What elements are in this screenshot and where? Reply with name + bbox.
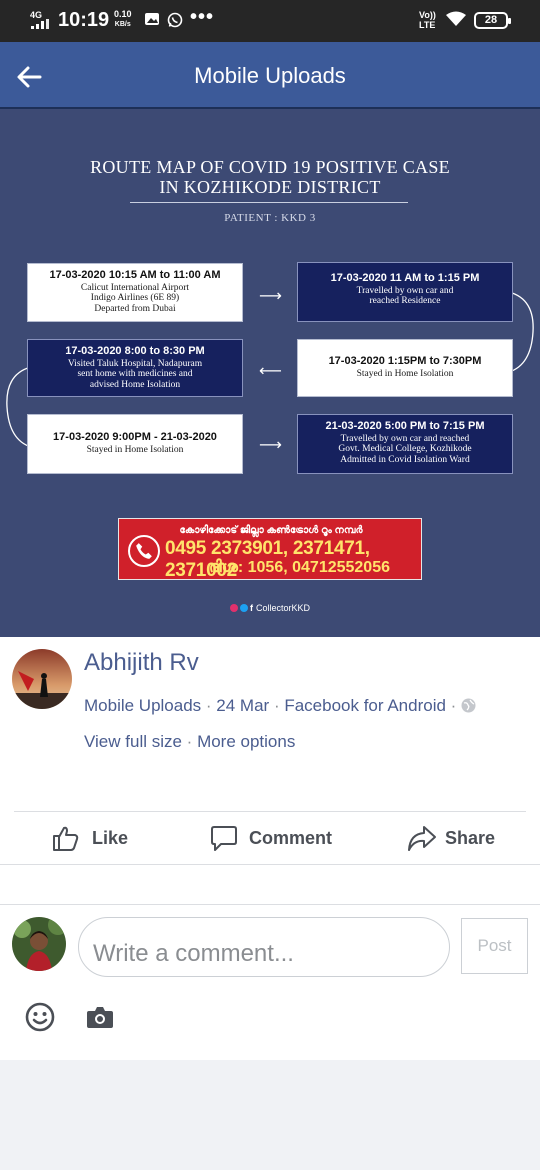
post-comment-button[interactable]: Post bbox=[461, 918, 528, 974]
credit-handle: CollectorKKD bbox=[255, 603, 311, 613]
post-app: Facebook for Android bbox=[284, 696, 446, 715]
network-speed-unit: KB/s bbox=[114, 21, 131, 28]
battery-indicator: 28 bbox=[474, 12, 511, 29]
camera-icon[interactable] bbox=[86, 1004, 114, 1030]
route-map-title-line2: IN KOZHIKODE DISTRICT bbox=[159, 177, 381, 197]
comment-input[interactable] bbox=[78, 917, 450, 977]
globe-icon bbox=[461, 698, 476, 713]
step-datetime: 17-03-2020 11 AM to 1:15 PM bbox=[330, 272, 480, 284]
divider bbox=[14, 811, 526, 812]
comment-label: Comment bbox=[249, 828, 333, 848]
clock: 10:19 bbox=[58, 9, 110, 31]
facebook-icon: f bbox=[249, 603, 253, 613]
comment-button[interactable]: Comment bbox=[210, 824, 340, 854]
route-step-6: 21-03-2020 5:00 PM to 7:15 PM Travelled … bbox=[297, 414, 513, 474]
step-detail: Govt. Medical College, Kozhikode bbox=[338, 444, 472, 454]
top-app-bar: Mobile Uploads bbox=[0, 42, 540, 109]
speech-bubble-icon bbox=[211, 826, 237, 851]
step-datetime: 17-03-2020 1:15PM to 7:30PM bbox=[328, 355, 482, 367]
route-map-title: ROUTE MAP OF COVID 19 POSITIVE CASE IN K… bbox=[0, 157, 540, 197]
helpline-banner: കോഴിക്കോട് ജില്ലാ കൺട്രോൾ റൂം നമ്പർ 0495… bbox=[118, 518, 422, 581]
step-datetime: 17-03-2020 8:00 to 8:30 PM bbox=[65, 345, 205, 357]
step-detail: Stayed in Home Isolation bbox=[356, 368, 454, 379]
post-date: 24 Mar bbox=[216, 696, 270, 715]
network-speed-value: 0.10 bbox=[114, 9, 132, 19]
post-photo[interactable]: ROUTE MAP OF COVID 19 POSITIVE CASE IN K… bbox=[0, 109, 540, 637]
wifi-icon bbox=[446, 11, 466, 26]
step-detail: reached Residence bbox=[369, 296, 441, 306]
more-notifications-icon: ••• bbox=[190, 6, 215, 28]
photo-credit: f CollectorKKD bbox=[0, 603, 540, 613]
status-bar: 4G 10:19 0.10 KB/s ••• Vo)) LTE 28 bbox=[0, 0, 540, 42]
arrow-right-icon: ⟶ bbox=[259, 435, 282, 454]
route-step-5: 17-03-2020 9:00PM - 21-03-2020 Stayed in… bbox=[27, 414, 243, 474]
route-map-title-line1: ROUTE MAP OF COVID 19 POSITIVE CASE bbox=[90, 157, 450, 177]
arrow-right-icon: ⟶ bbox=[259, 286, 282, 305]
phone-icon bbox=[128, 535, 160, 567]
instagram-icon bbox=[229, 604, 238, 612]
lte-label: LTE bbox=[419, 20, 436, 30]
share-button[interactable]: Share bbox=[407, 824, 507, 854]
like-label: Like bbox=[92, 828, 129, 848]
step-detail: Departed from Dubai bbox=[94, 303, 176, 314]
step-datetime: 17-03-2020 9:00PM - 21-03-2020 bbox=[53, 431, 217, 443]
post-meta: Mobile Uploads · 24 Mar · Facebook for A… bbox=[84, 696, 476, 716]
volte-label: Vo)) bbox=[419, 10, 436, 20]
page-title: Mobile Uploads bbox=[194, 63, 346, 88]
step-detail: Visited Taluk Hospital, Nadapuram bbox=[67, 358, 203, 369]
share-arrow-icon bbox=[408, 826, 436, 851]
step-detail: Calicut International Airport bbox=[80, 282, 190, 293]
post-details: Abhijith Rv Mobile Uploads · 24 Mar · Fa… bbox=[0, 637, 540, 1060]
twitter-icon bbox=[239, 604, 248, 612]
whatsapp-notification-icon bbox=[167, 12, 183, 28]
author-avatar[interactable] bbox=[12, 649, 72, 709]
gallery-notification-icon bbox=[145, 13, 159, 25]
emoji-icon[interactable] bbox=[24, 1001, 56, 1033]
volte-indicator: Vo)) LTE bbox=[419, 10, 436, 30]
album-link[interactable]: Mobile Uploads bbox=[84, 696, 201, 715]
step-detail: sent home with medicines and bbox=[77, 369, 193, 379]
step-detail: Stayed in Home Isolation bbox=[86, 444, 184, 455]
arrow-left-icon: ⟵ bbox=[259, 361, 282, 380]
helpline-label: കോഴിക്കോട് ജില്ലാ കൺട്രോൾ റൂം നമ്പർ bbox=[179, 525, 363, 536]
route-step-1: 17-03-2020 10:15 AM to 11:00 AM Calicut … bbox=[27, 263, 243, 322]
step-detail: advised Home Isolation bbox=[89, 379, 181, 390]
divider bbox=[0, 904, 540, 905]
thumbs-up-icon bbox=[53, 826, 79, 851]
divider bbox=[0, 864, 540, 865]
network-speed: 0.10 KB/s bbox=[114, 10, 132, 29]
author-name[interactable]: Abhijith Rv bbox=[84, 649, 199, 677]
step-datetime: 17-03-2020 10:15 AM to 11:00 AM bbox=[49, 269, 221, 281]
route-step-2: 17-03-2020 11 AM to 1:15 PM Travelled by… bbox=[297, 262, 513, 322]
share-label: Share bbox=[445, 828, 496, 848]
signal-icon bbox=[31, 19, 49, 29]
title-divider bbox=[130, 202, 408, 203]
step-detail: Indigo Airlines (6E 89) bbox=[90, 293, 180, 303]
step-datetime: 21-03-2020 5:00 PM to 7:15 PM bbox=[325, 420, 485, 432]
step-detail: Travelled by own car and reached bbox=[340, 433, 470, 444]
route-step-4: 17-03-2020 8:00 to 8:30 PM Visited Taluk… bbox=[27, 339, 243, 397]
view-full-size-link[interactable]: View full size bbox=[84, 732, 182, 751]
route-step-3: 17-03-2020 1:15PM to 7:30PM Stayed in Ho… bbox=[297, 339, 513, 397]
like-button[interactable]: Like bbox=[52, 824, 132, 854]
user-avatar bbox=[12, 917, 66, 971]
step-detail: Admitted in Covid Isolation Ward bbox=[340, 454, 470, 465]
patient-id: PATIENT : KKD 3 bbox=[224, 212, 316, 224]
step-detail: Travelled by own car and bbox=[356, 285, 454, 296]
disha-helpline: ദിശ: 1056, 04712552056 bbox=[209, 559, 391, 576]
photo-links: View full size · More options bbox=[84, 732, 296, 751]
more-options-link[interactable]: More options bbox=[197, 732, 295, 751]
